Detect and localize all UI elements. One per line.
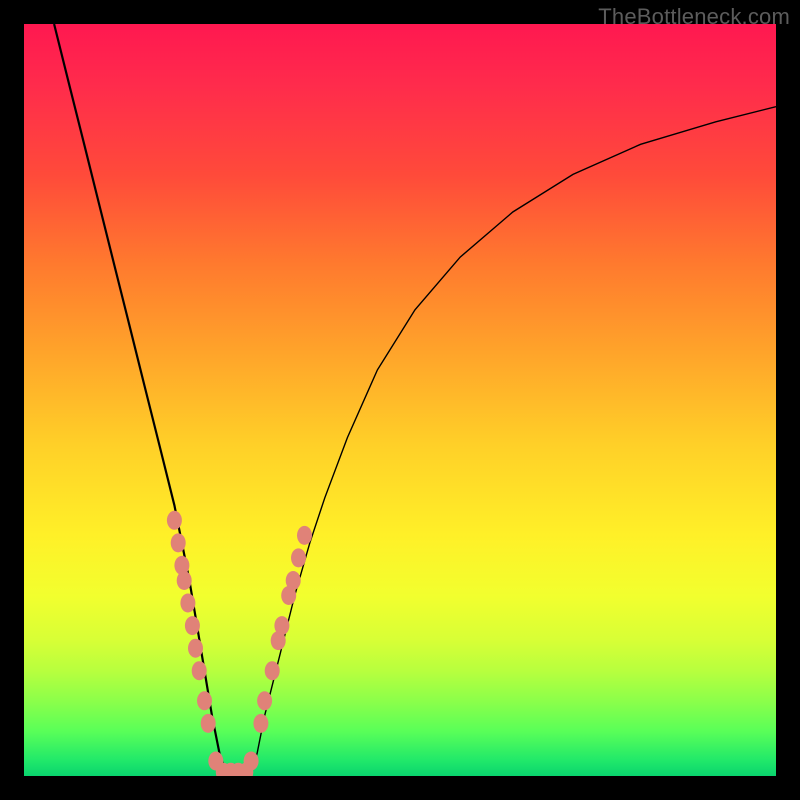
data-marker bbox=[171, 533, 186, 552]
plot-area bbox=[24, 24, 776, 776]
data-marker bbox=[167, 511, 182, 530]
data-marker bbox=[201, 714, 216, 733]
marker-group bbox=[167, 511, 312, 776]
curve-right-branch bbox=[227, 107, 776, 776]
data-marker bbox=[192, 661, 207, 680]
data-marker bbox=[244, 752, 259, 771]
data-marker bbox=[297, 526, 312, 545]
data-marker bbox=[197, 691, 212, 710]
data-marker bbox=[274, 616, 289, 635]
chart-frame: TheBottleneck.com bbox=[0, 0, 800, 800]
data-marker bbox=[265, 661, 280, 680]
curve-left-branch bbox=[54, 24, 250, 776]
data-marker bbox=[185, 616, 200, 635]
data-marker bbox=[253, 714, 268, 733]
curve-group bbox=[54, 24, 776, 776]
data-marker bbox=[257, 691, 272, 710]
data-marker bbox=[188, 639, 203, 658]
data-marker bbox=[291, 548, 306, 567]
data-marker bbox=[286, 571, 301, 590]
watermark-text: TheBottleneck.com bbox=[598, 4, 790, 30]
data-marker bbox=[180, 594, 195, 613]
data-marker bbox=[177, 571, 192, 590]
chart-svg bbox=[24, 24, 776, 776]
